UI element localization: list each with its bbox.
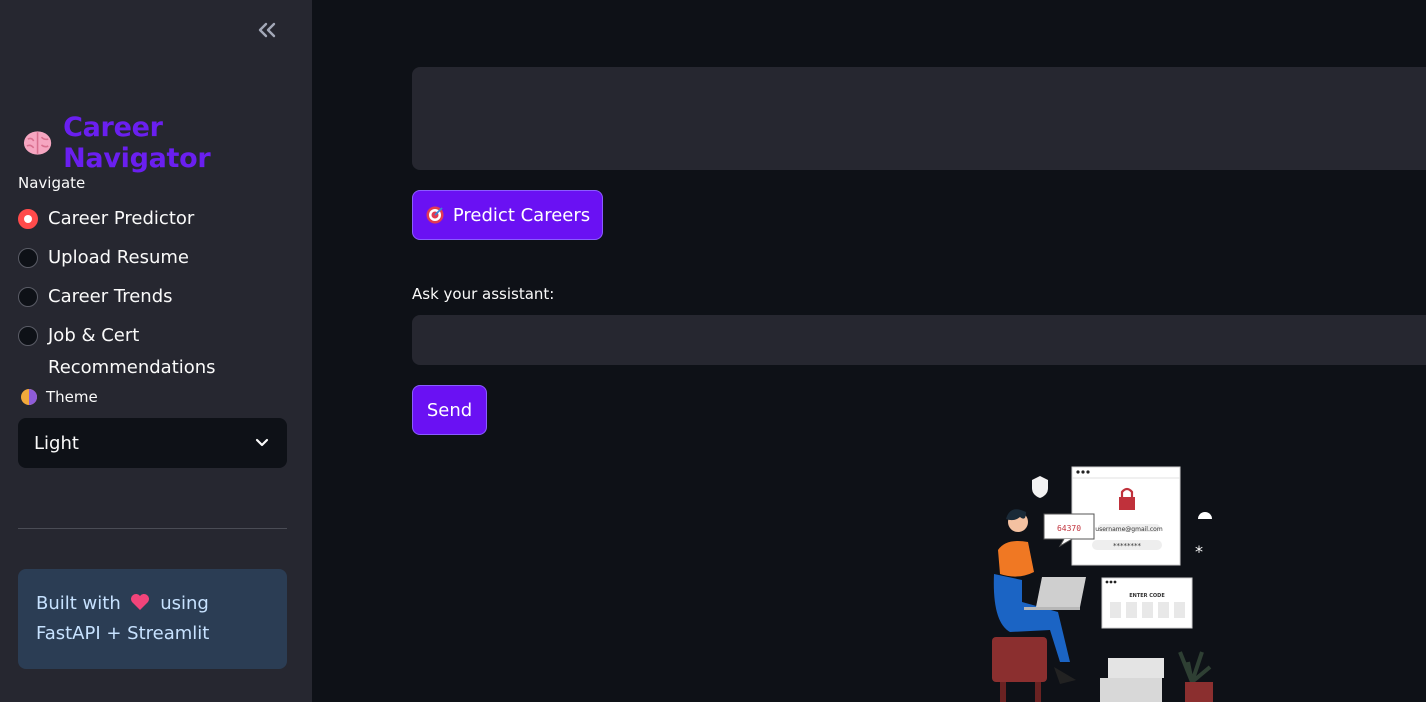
brand: Career Navigator (22, 112, 312, 174)
predict-careers-label: Predict Careers (452, 204, 591, 226)
nav-option-label: Job & Cert Recommendations (48, 325, 216, 378)
predict-careers-button[interactable]: Predict Careers (412, 190, 603, 240)
ask-assistant-label: Ask your assistant: (412, 285, 555, 303)
send-button[interactable]: Send (412, 385, 487, 435)
chevron-down-icon (255, 438, 269, 447)
verification-code-text: 64370 (1057, 524, 1081, 533)
heart-icon (131, 594, 150, 610)
nav-option-label: Career Trends (48, 286, 173, 307)
nav-option-label: Upload Resume (48, 247, 189, 268)
info-prefix: Built with (36, 593, 121, 614)
radio-unselected-icon[interactable] (18, 248, 38, 268)
info-box: Built with using FastAPI + Streamlit (18, 569, 287, 669)
half-moon-icon (21, 389, 37, 405)
brain-icon (23, 131, 52, 155)
nav-option-upload-resume[interactable]: Upload Resume (18, 245, 298, 274)
enter-code-text: ENTER CODE (1129, 593, 1165, 599)
navigate-label: Navigate (18, 174, 86, 192)
input-textarea[interactable] (412, 67, 1426, 170)
nav-option-career-predictor[interactable]: Career Predictor (18, 206, 298, 235)
sidebar: Career Navigator Navigate Career Predict… (0, 0, 312, 702)
password-field-text: ******** (1113, 542, 1142, 550)
theme-select[interactable]: Light (18, 418, 287, 468)
app-title: Career Navigator (63, 112, 211, 174)
security-illustration: username@gmail.com ******** 64370 ENTER … (992, 466, 1213, 702)
theme-label-text: Theme (46, 388, 98, 406)
theme-select-value: Light (34, 432, 79, 454)
theme-label: Theme (20, 388, 98, 406)
radio-unselected-icon[interactable] (18, 287, 38, 307)
svg-text:*: * (1195, 542, 1203, 561)
ask-assistant-input[interactable] (412, 315, 1426, 365)
radio-selected-icon[interactable] (18, 209, 38, 229)
target-icon (426, 206, 444, 224)
radio-unselected-icon[interactable] (18, 326, 38, 346)
navigation-radio-group: Career Predictor Upload Resume Career Tr… (18, 206, 298, 394)
send-button-label: Send (426, 399, 473, 421)
nav-option-job-cert[interactable]: Job & Cert Recommendations (18, 323, 298, 384)
email-field-text: username@gmail.com (1095, 526, 1163, 533)
nav-option-label: Career Predictor (48, 208, 195, 229)
nav-option-career-trends[interactable]: Career Trends (18, 284, 298, 313)
collapse-sidebar-icon[interactable] (254, 16, 280, 44)
sidebar-divider (18, 528, 287, 529)
